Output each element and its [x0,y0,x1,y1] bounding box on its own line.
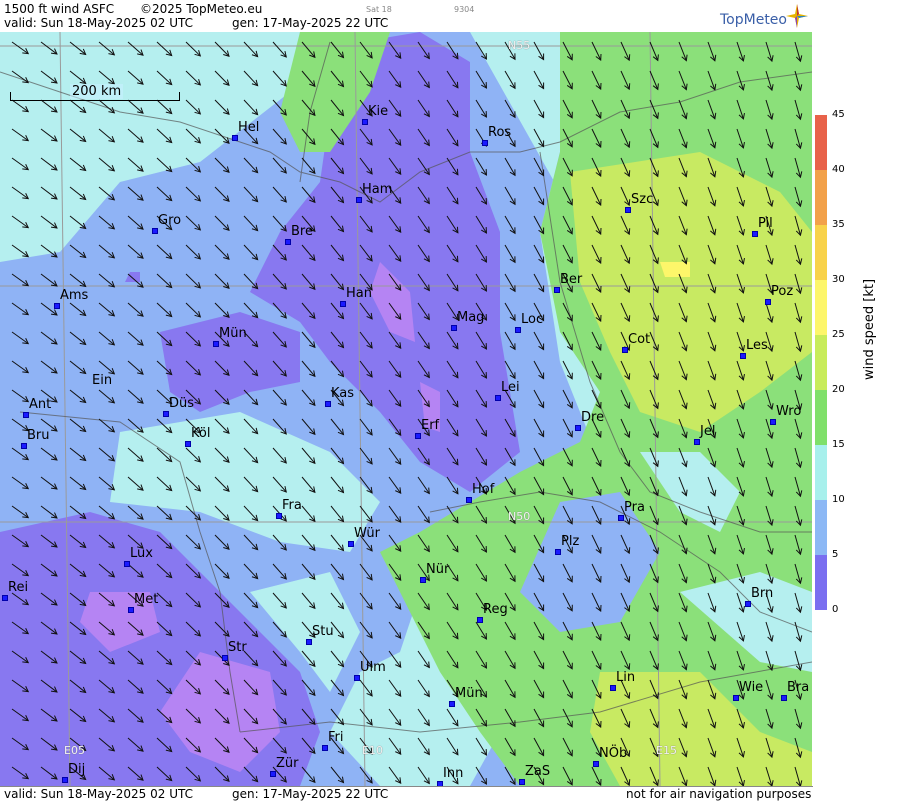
legend-tick: 35 [832,219,845,230]
legend-tick: 10 [832,494,845,505]
legend-tick: 25 [832,329,845,340]
legend-tick: 20 [832,384,845,395]
legend-band [815,335,827,390]
valid-time: valid: Sun 18-May-2025 02 UTC [4,16,193,30]
legend-tick: 40 [832,164,845,175]
topmeteo-logo: TopMeteo [720,12,787,28]
legend-tick: 45 [832,109,845,120]
copyright: ©2025 TopMeteo.eu [140,2,263,16]
legend-band [815,500,827,555]
grid-label-n55: N55 [508,39,531,52]
legend-tick: 30 [832,274,845,285]
legend-tick: 0 [832,604,839,615]
grid-label-n50: N50 [508,510,531,523]
grid-label-e10: E10 [362,744,383,757]
wind-field-layer [0,32,812,786]
sat-label: Sat 18 [366,5,392,14]
legend-band [815,280,827,335]
product-title: 1500 ft wind ASFC [4,2,115,16]
grid-label-e05: E05 [64,744,85,757]
scale-label: 200 km [70,84,124,99]
legend-band [815,445,827,500]
legend-band [815,225,827,280]
wind-speed-legend: 45 40 35 30 25 20 15 10 5 0 [812,32,904,786]
legend-band [815,390,827,445]
legend-band [815,170,827,225]
generation-time: gen: 17-May-2025 22 UTC [232,16,389,30]
footer-valid-time: valid: Sun 18-May-2025 02 UTC [4,787,193,801]
compass-star-icon [786,4,808,28]
code-label: 9304 [454,5,475,14]
legend-tick: 5 [832,549,839,560]
disclaimer: not for air navigation purposes [626,787,812,801]
legend-band [815,115,827,170]
legend-tick: 15 [832,439,845,450]
legend-axis-label: wind speed [kt] [862,278,877,380]
wind-map[interactable]: 200 km N55 N50 E05 E10 E15 Hel Kie Ros H… [0,32,813,787]
grid-label-e15: E15 [656,744,677,757]
footer-generation-time: gen: 17-May-2025 22 UTC [232,787,389,801]
legend-band [815,555,827,610]
scale-bar: 200 km [10,84,180,102]
